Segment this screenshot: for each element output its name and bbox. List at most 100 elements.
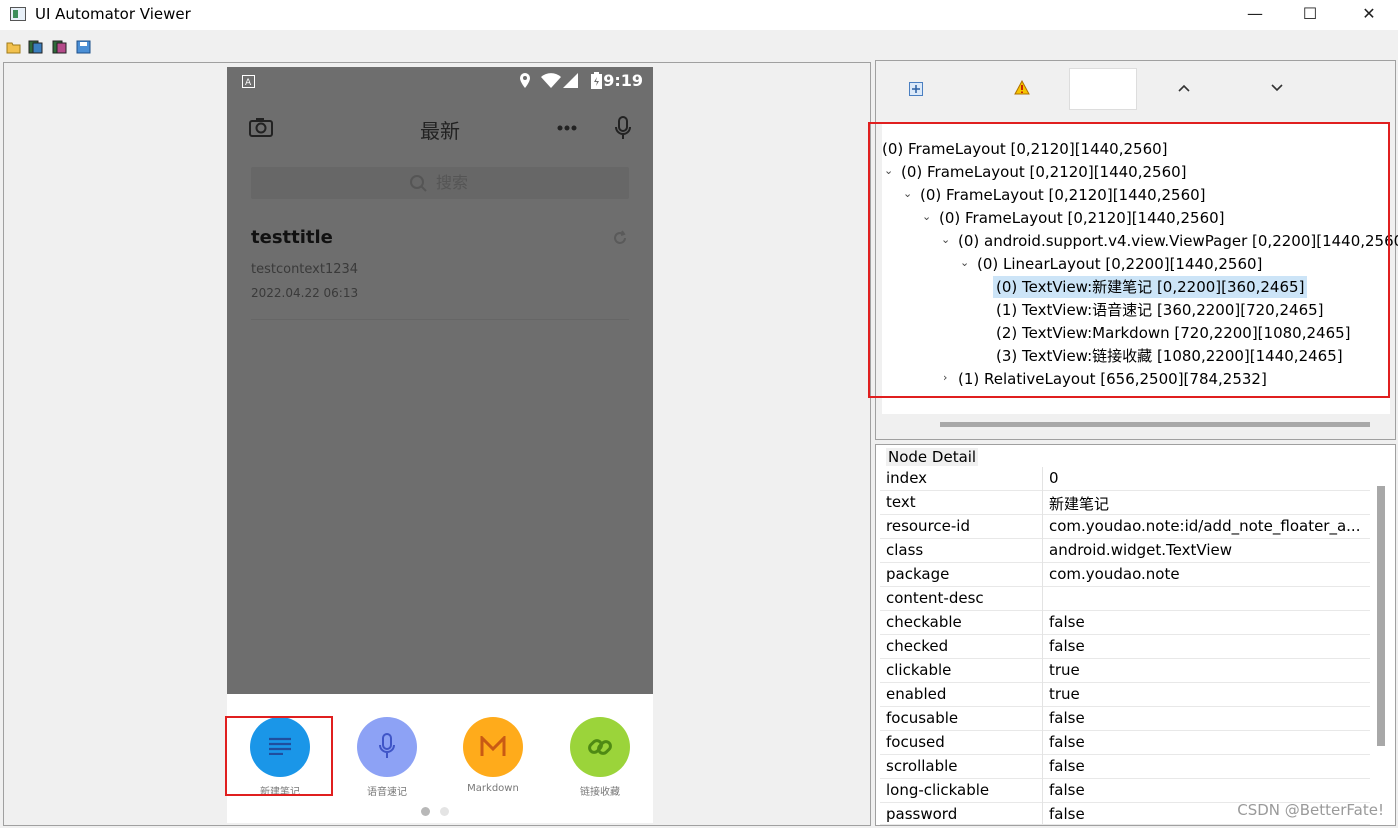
search-icon <box>410 175 427 192</box>
column-separator <box>1042 779 1043 803</box>
prop-value[interactable]: false <box>1049 781 1367 799</box>
chevron-up-icon[interactable] <box>1176 83 1192 93</box>
wifi-icon <box>541 73 561 88</box>
column-separator <box>1042 467 1043 491</box>
fab-label-voice-note: 语音速记 <box>367 787 407 798</box>
table-row[interactable]: checkable false <box>880 611 1370 635</box>
mic-icon <box>379 733 395 758</box>
prop-key: resource-id <box>886 517 970 535</box>
fab-label-link: 链接收藏 <box>580 787 620 798</box>
prop-value[interactable]: false <box>1049 637 1367 655</box>
open-folder-icon[interactable] <box>6 40 21 54</box>
search-placeholder: 搜索 <box>435 173 468 192</box>
prop-key: focused <box>886 733 945 751</box>
screenshot-pane[interactable]: A 9:19 最新 搜索 testtitle testcontext1234 2… <box>3 62 871 826</box>
column-separator <box>1042 515 1043 539</box>
table-row[interactable]: focused false <box>880 731 1370 755</box>
device-screenshot-compressed-icon[interactable] <box>52 40 67 54</box>
table-row[interactable]: content-desc <box>880 587 1370 611</box>
maximize-button[interactable]: ☐ <box>1287 0 1333 30</box>
horizontal-scrollbar[interactable] <box>940 422 1370 427</box>
column-separator <box>1042 563 1043 587</box>
title-bar: UI Automator Viewer — ☐ ✕ <box>0 0 1398 30</box>
column-separator <box>1042 659 1043 683</box>
column-separator <box>1042 539 1043 563</box>
toggle-nafs-button[interactable] <box>1069 68 1137 110</box>
prop-value[interactable]: false <box>1049 757 1367 775</box>
table-row[interactable]: class android.widget.TextView <box>880 539 1370 563</box>
column-separator <box>1042 803 1043 824</box>
prop-value[interactable]: false <box>1049 613 1367 631</box>
prop-key: class <box>886 541 924 559</box>
fab-label-markdown: Markdown <box>467 783 519 794</box>
prop-key: password <box>886 805 958 823</box>
prop-key: checkable <box>886 613 962 631</box>
prop-key: text <box>886 493 916 511</box>
markdown-m-icon <box>480 736 506 756</box>
column-separator <box>1042 491 1043 515</box>
search-input[interactable]: 搜索 <box>251 167 629 199</box>
svg-text:A: A <box>245 78 252 88</box>
table-row[interactable]: text 新建笔记 <box>880 491 1370 515</box>
app-icon <box>10 7 26 21</box>
table-row[interactable]: package com.youdao.note <box>880 563 1370 587</box>
prop-value[interactable]: false <box>1049 709 1367 727</box>
warning-icon[interactable] <box>1014 80 1030 95</box>
voice-note-fab[interactable] <box>357 717 417 777</box>
toolbar <box>0 36 1398 60</box>
prop-value[interactable]: com.youdao.note <box>1049 565 1367 583</box>
link-icon <box>588 739 612 755</box>
table-row[interactable]: long-clickable false <box>880 779 1370 803</box>
table-row[interactable]: resource-id com.youdao.note:id/add_note_f… <box>880 515 1370 539</box>
prop-key: focusable <box>886 709 959 727</box>
prop-key: package <box>886 565 950 583</box>
minimize-button[interactable]: — <box>1232 0 1278 30</box>
note-date: 2022.04.22 06:13 <box>251 286 359 300</box>
notification-a-icon: A <box>242 75 255 88</box>
vertical-scrollbar[interactable] <box>1377 486 1385 746</box>
prop-value[interactable]: 新建笔记 <box>1049 493 1367 514</box>
prop-key: index <box>886 469 928 487</box>
table-row[interactable]: focusable false <box>880 707 1370 731</box>
window-title: UI Automator Viewer <box>35 5 191 23</box>
save-icon[interactable] <box>76 40 91 54</box>
column-separator <box>1042 707 1043 731</box>
device-screenshot[interactable]: A 9:19 最新 搜索 testtitle testcontext1234 2… <box>227 67 653 823</box>
microphone-icon[interactable] <box>615 116 631 140</box>
table-row[interactable]: scrollable false <box>880 755 1370 779</box>
selected-node-highlight <box>225 716 333 796</box>
prop-value[interactable]: false <box>1049 733 1367 751</box>
prop-value[interactable]: 0 <box>1049 469 1367 487</box>
close-button[interactable]: ✕ <box>1346 0 1392 30</box>
more-icon[interactable] <box>557 125 577 131</box>
note-content: testcontext1234 <box>251 262 359 277</box>
expand-all-icon[interactable] <box>909 82 923 96</box>
device-screenshot-icon[interactable] <box>28 40 43 54</box>
sync-icon <box>614 230 626 244</box>
app-title: 最新 <box>420 119 460 143</box>
battery-charging-icon <box>591 72 602 89</box>
table-row[interactable]: enabled true <box>880 683 1370 707</box>
location-icon <box>520 73 530 88</box>
prop-key: long-clickable <box>886 781 990 799</box>
table-row[interactable]: index 0 <box>880 467 1370 491</box>
column-separator <box>1042 635 1043 659</box>
markdown-fab[interactable] <box>463 717 523 777</box>
node-detail-legend: Node Detail <box>886 448 979 466</box>
table-row[interactable]: clickable true <box>880 659 1370 683</box>
watermark: CSDN @BetterFate! <box>1237 801 1384 819</box>
chevron-down-icon[interactable] <box>1269 83 1285 93</box>
prop-value[interactable]: android.widget.TextView <box>1049 541 1367 559</box>
note-title[interactable]: testtitle <box>251 227 333 248</box>
prop-value[interactable]: true <box>1049 661 1367 679</box>
prop-key: scrollable <box>886 757 958 775</box>
prop-value[interactable]: com.youdao.note:id/add_note_floater_a... <box>1049 517 1367 535</box>
prop-value[interactable]: true <box>1049 685 1367 703</box>
column-separator <box>1042 587 1043 611</box>
table-row[interactable]: checked false <box>880 635 1370 659</box>
column-separator <box>1042 731 1043 755</box>
link-fab[interactable] <box>570 717 630 777</box>
column-separator <box>1042 755 1043 779</box>
page-indicator-dot-active <box>421 807 430 816</box>
tree-highlight-box <box>868 122 1390 398</box>
